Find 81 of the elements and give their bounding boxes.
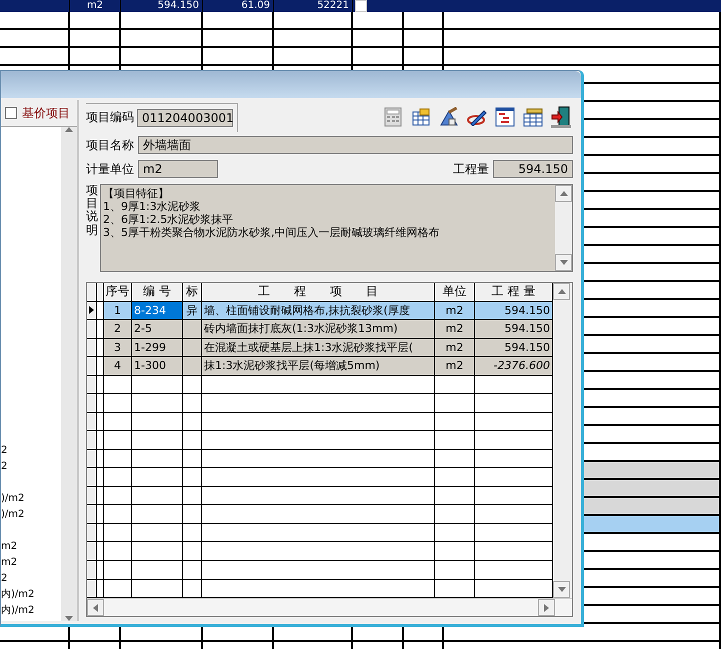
- table-cell: [183, 338, 202, 356]
- up-arrow-icon: [560, 191, 568, 196]
- column-header[interactable]: 序号: [104, 283, 132, 301]
- table-cell: 594.150: [475, 338, 553, 356]
- list-item[interactable]: 内)/m2: [1, 587, 61, 603]
- grid-row[interactable]: 4 1-300 抹1:3水泥砂浆找平层(每增减5mm) m2 -2376.600: [87, 357, 553, 376]
- grid-row[interactable]: 2 2-5 砖内墙面抹打底灰(1:3水泥砂浆13mm) m2 594.150: [87, 320, 553, 339]
- table-cell: 2: [104, 320, 132, 338]
- description-line: 【项目特征】: [103, 187, 170, 200]
- description-field[interactable]: 【项目特征】 1、9厚1:3水泥砂浆 2、6厚1:2.5水泥砂浆抹平 3、5厚干粉类聚合物水泥防水砂浆,中间压入一层耐碱玻璃纤维网格布: [100, 184, 573, 272]
- up-arrow-icon: [558, 289, 566, 294]
- bar-chart-icon[interactable]: [493, 106, 517, 128]
- quantity-field[interactable]: 594.150: [493, 160, 573, 178]
- table-cell: m2: [435, 357, 475, 375]
- horizontal-scrollbar[interactable]: [87, 598, 572, 616]
- list-item[interactable]: 内)/m2: [1, 603, 61, 619]
- sheet-row[interactable]: [0, 12, 721, 30]
- grid-row[interactable]: 1 8-234 异 墙、柱面铺设耐碱网格布,抹抗裂砂浆(厚度 m2 594.150: [87, 302, 553, 320]
- table-cell: 594.150: [475, 302, 553, 320]
- field-label: 项目编码: [86, 109, 134, 126]
- down-arrow-icon: [65, 616, 73, 621]
- checkbox-label: 基价项目: [22, 104, 70, 122]
- sheet-row[interactable]: [0, 48, 721, 66]
- description-label: 项目说明: [86, 184, 98, 239]
- ruler-table-icon[interactable]: [521, 106, 545, 128]
- table-cell: 594.150: [475, 320, 553, 338]
- list-item[interactable]: )/m2: [1, 507, 61, 523]
- scroll-up-button[interactable]: [553, 283, 570, 300]
- table-cell: 在混凝土或硬基层上抹1:3水泥砂浆找平层(: [202, 338, 435, 356]
- list-item[interactable]: 2: [1, 459, 61, 475]
- table-cell: 1-299: [132, 338, 183, 356]
- field-label: 项目名称: [86, 136, 134, 154]
- table-cell: 4: [104, 357, 132, 375]
- scroll-down-button[interactable]: [555, 254, 572, 271]
- name-field[interactable]: 外墙墙面: [138, 136, 573, 154]
- list-item[interactable]: )/m2: [1, 491, 61, 507]
- sheet-checkbox[interactable]: [355, 0, 367, 12]
- scrollbar[interactable]: [61, 127, 77, 621]
- table-cell: 2-5: [132, 320, 183, 338]
- row-pointer-icon: [89, 306, 94, 314]
- unit-field[interactable]: m2: [138, 160, 218, 178]
- scroll-down-button[interactable]: [553, 581, 570, 598]
- scroll-up-button[interactable]: [555, 185, 572, 202]
- table-cell: 墙、柱面铺设耐碱网格布,抹抗裂砂浆(厚度: [202, 302, 435, 320]
- exit-door-icon[interactable]: [549, 106, 573, 128]
- list-item[interactable]: m2: [1, 539, 61, 555]
- description-line: 3、5厚干粉类聚合物水泥防水砂浆,中间压入一层耐碱玻璃纤维网格布: [103, 226, 440, 239]
- field-label: 工程量: [453, 160, 489, 178]
- list-item[interactable]: 2: [1, 443, 61, 459]
- scrollbar[interactable]: [553, 283, 570, 598]
- scroll-left-button[interactable]: [87, 599, 104, 616]
- column-header[interactable]: 标: [183, 283, 202, 301]
- table-cell: 抹1:3水泥砂浆找平层(每增减5mm): [202, 357, 435, 375]
- table-cell: 异: [183, 302, 202, 320]
- table-cell: 3: [104, 338, 132, 356]
- table-cell: [183, 320, 202, 338]
- right-arrow-icon: [544, 604, 549, 612]
- table-cell: 1-300: [132, 357, 183, 375]
- table-cell: 8-234: [132, 302, 183, 320]
- left-arrow-icon: [93, 604, 98, 612]
- list-item[interactable]: m2: [1, 555, 61, 571]
- table-cell: m2: [435, 302, 475, 320]
- field-label: 计量单位: [86, 160, 134, 178]
- down-arrow-icon: [560, 260, 568, 265]
- row-indicator[interactable]: [87, 302, 97, 320]
- table-cell: m2: [435, 338, 475, 356]
- grid-row[interactable]: 3 1-299 在混凝土或硬基层上抹1:3水泥砂浆找平层( m2 594.150: [87, 338, 553, 358]
- down-arrow-icon: [558, 587, 566, 592]
- table-cell: -2376.600: [475, 357, 553, 375]
- table-cell: 1: [104, 302, 132, 320]
- table-cell: 砖内墙面抹打底灰(1:3水泥砂浆13mm): [202, 320, 435, 338]
- scroll-right-button[interactable]: [538, 599, 555, 616]
- up-arrow-icon: [65, 127, 73, 132]
- table-cell: [183, 357, 202, 375]
- sheet-row[interactable]: [0, 30, 721, 48]
- table-cell: m2: [435, 320, 475, 338]
- checkbox[interactable]: [5, 107, 17, 119]
- list-item[interactable]: 2: [1, 571, 61, 587]
- code-field[interactable]: 011204003001: [137, 108, 233, 126]
- description-line: 2、6厚1:2.5水泥砂浆抹平: [103, 213, 234, 226]
- description-line: 1、9厚1:3水泥砂浆: [103, 200, 202, 213]
